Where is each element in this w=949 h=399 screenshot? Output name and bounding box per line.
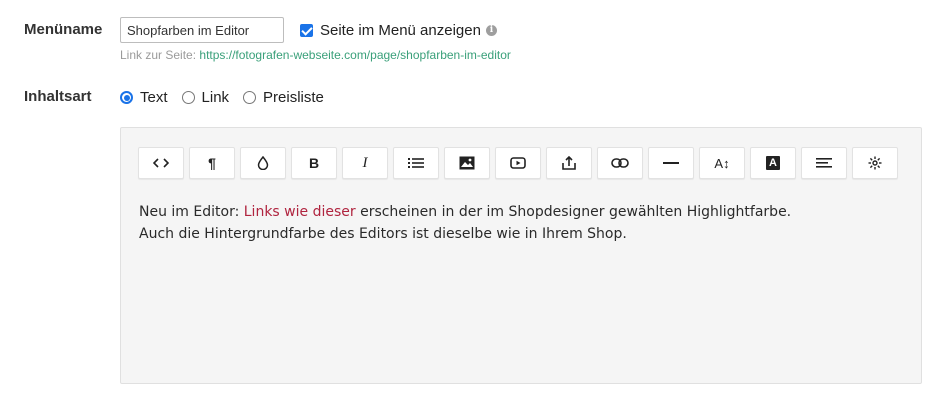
- highlight-link[interactable]: Links wie dieser: [244, 204, 356, 220]
- list-icon: [408, 158, 424, 168]
- color-drop-icon: [257, 156, 269, 170]
- editor-toolbar: ¶ B I A↕ A: [138, 147, 903, 179]
- show-in-menu-label[interactable]: Seite im Menü anzeigen: [320, 22, 481, 39]
- paragraph-icon: ¶: [208, 155, 216, 171]
- image-button[interactable]: [444, 147, 490, 179]
- rich-text-editor[interactable]: ¶ B I A↕ A Neu im Editor: Links wie dies…: [120, 127, 922, 384]
- show-in-menu-checkbox[interactable]: [300, 24, 313, 37]
- content-type-option-pricelist[interactable]: Preisliste: [243, 89, 324, 106]
- video-button[interactable]: [495, 147, 541, 179]
- content-type-option-link[interactable]: Link: [181, 89, 230, 106]
- image-icon: [459, 156, 475, 170]
- align-button[interactable]: [801, 147, 847, 179]
- info-icon[interactable]: i: [485, 25, 497, 36]
- editor-line-1: Neu im Editor: Links wie dieser erschein…: [139, 201, 791, 223]
- radio-pricelist-label[interactable]: Preisliste: [263, 89, 324, 106]
- font-size-button[interactable]: A↕: [699, 147, 745, 179]
- link-icon: [611, 158, 629, 168]
- radio-link-label[interactable]: Link: [202, 89, 230, 106]
- radio-text-label[interactable]: Text: [140, 89, 168, 106]
- settings-icon: [868, 156, 882, 170]
- horizontal-rule-button[interactable]: [648, 147, 694, 179]
- link-button[interactable]: [597, 147, 643, 179]
- content-type-label: Inhaltsart: [24, 88, 92, 105]
- horizontal-rule-icon: [663, 162, 679, 164]
- menu-name-label: Menüname: [24, 21, 103, 38]
- color-drop-button[interactable]: [240, 147, 286, 179]
- italic-icon: I: [362, 154, 368, 171]
- line1-before: Neu im Editor:: [139, 204, 244, 220]
- video-icon: [510, 157, 526, 169]
- bold-button[interactable]: B: [291, 147, 337, 179]
- line1-after: erscheinen in der im Shopdesigner gewähl…: [355, 204, 792, 220]
- page-link-prefix: Link zur Seite:: [120, 48, 197, 62]
- paragraph-button[interactable]: ¶: [189, 147, 235, 179]
- bold-icon: B: [308, 155, 320, 171]
- menu-name-input[interactable]: [120, 17, 284, 43]
- upload-button[interactable]: [546, 147, 592, 179]
- list-button[interactable]: [393, 147, 439, 179]
- show-in-menu-row: Seite im Menü anzeigen i: [300, 22, 497, 39]
- align-icon: [816, 158, 832, 168]
- radio-link[interactable]: [181, 91, 195, 104]
- editor-content[interactable]: Neu im Editor: Links wie dieser erschein…: [139, 201, 791, 245]
- editor-line-2: Auch die Hintergrundfarbe des Editors is…: [139, 226, 627, 242]
- italic-button[interactable]: I: [342, 147, 388, 179]
- upload-icon: [562, 156, 576, 170]
- page-link-line: Link zur Seite: https://fotografen-webse…: [120, 48, 511, 62]
- text-color-icon: A: [766, 156, 780, 170]
- code-button[interactable]: [138, 147, 184, 179]
- settings-button[interactable]: [852, 147, 898, 179]
- radio-pricelist[interactable]: [243, 91, 257, 104]
- content-type-options: Text Link Preisliste: [120, 89, 338, 106]
- text-color-button[interactable]: A: [750, 147, 796, 179]
- content-type-option-text[interactable]: Text: [120, 89, 168, 106]
- page-link-url[interactable]: https://fotografen-webseite.com/page/sho…: [199, 48, 511, 62]
- font-size-icon: A↕: [714, 155, 730, 171]
- code-icon: [153, 158, 169, 168]
- radio-text[interactable]: [120, 91, 133, 104]
